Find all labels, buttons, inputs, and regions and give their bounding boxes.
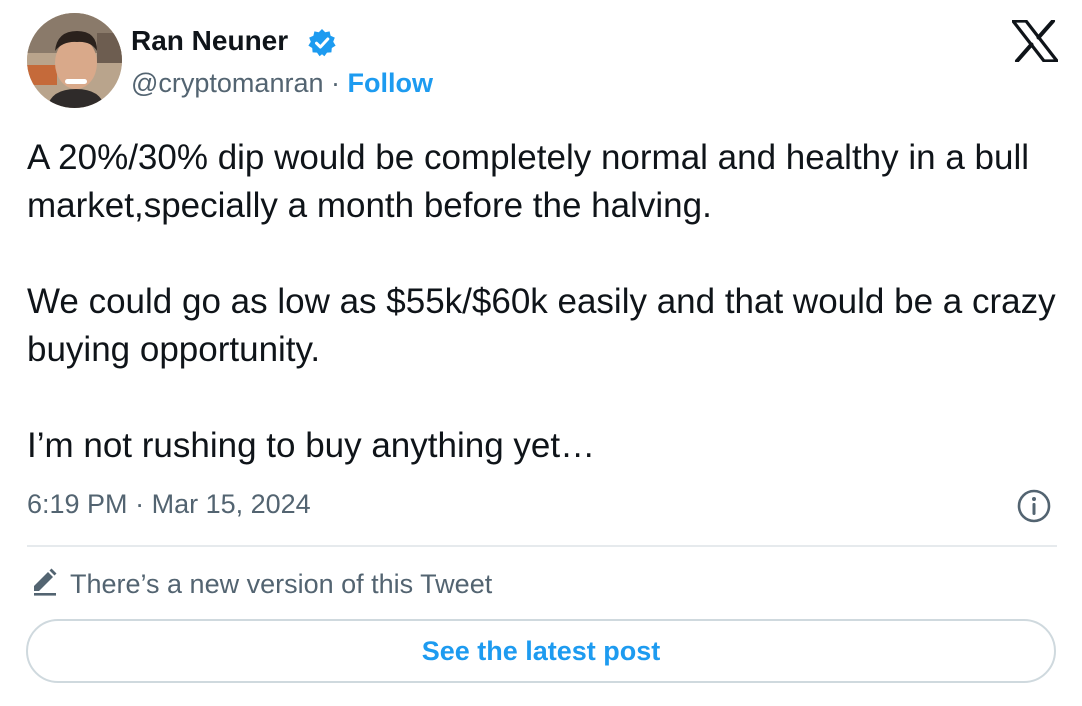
tweet-date: Mar 15, 2024 (151, 489, 311, 519)
author-handle-row: @cryptomanran · Follow (131, 67, 433, 99)
new-version-notice: There’s a new version of this Tweet (30, 566, 492, 602)
see-latest-post-button[interactable]: See the latest post (26, 619, 1056, 683)
new-version-text: There’s a new version of this Tweet (70, 569, 493, 599)
avatar-image (27, 13, 122, 108)
divider (27, 545, 1057, 547)
tweet-paragraph: I’m not rushing to buy anything yet… (27, 426, 596, 465)
tweet-text: A 20%/30% dip would be completely normal… (27, 134, 1067, 470)
tweet-paragraph: We could go as low as $55k/$60k easily a… (27, 282, 1056, 369)
x-logo-icon[interactable] (1012, 20, 1058, 62)
author-display-name[interactable]: Ran Neuner (131, 24, 288, 58)
timestamp-separator: · (135, 489, 145, 519)
follow-button[interactable]: Follow (348, 68, 433, 98)
author-handle[interactable]: @cryptomanran (131, 68, 323, 98)
tweet-timestamp[interactable]: 6:19 PM · Mar 15, 2024 (27, 486, 311, 522)
tweet-time: 6:19 PM (27, 489, 128, 519)
verified-badge-icon (308, 29, 336, 57)
info-icon[interactable] (1016, 488, 1052, 524)
tweet-embed-card: Ran Neuner @cryptomanran · Follow A 20%/… (0, 0, 1082, 706)
pencil-icon (34, 568, 57, 596)
avatar[interactable] (27, 13, 122, 108)
handle-separator: · (331, 68, 340, 98)
tweet-paragraph: A 20%/30% dip would be completely normal… (27, 138, 1030, 225)
